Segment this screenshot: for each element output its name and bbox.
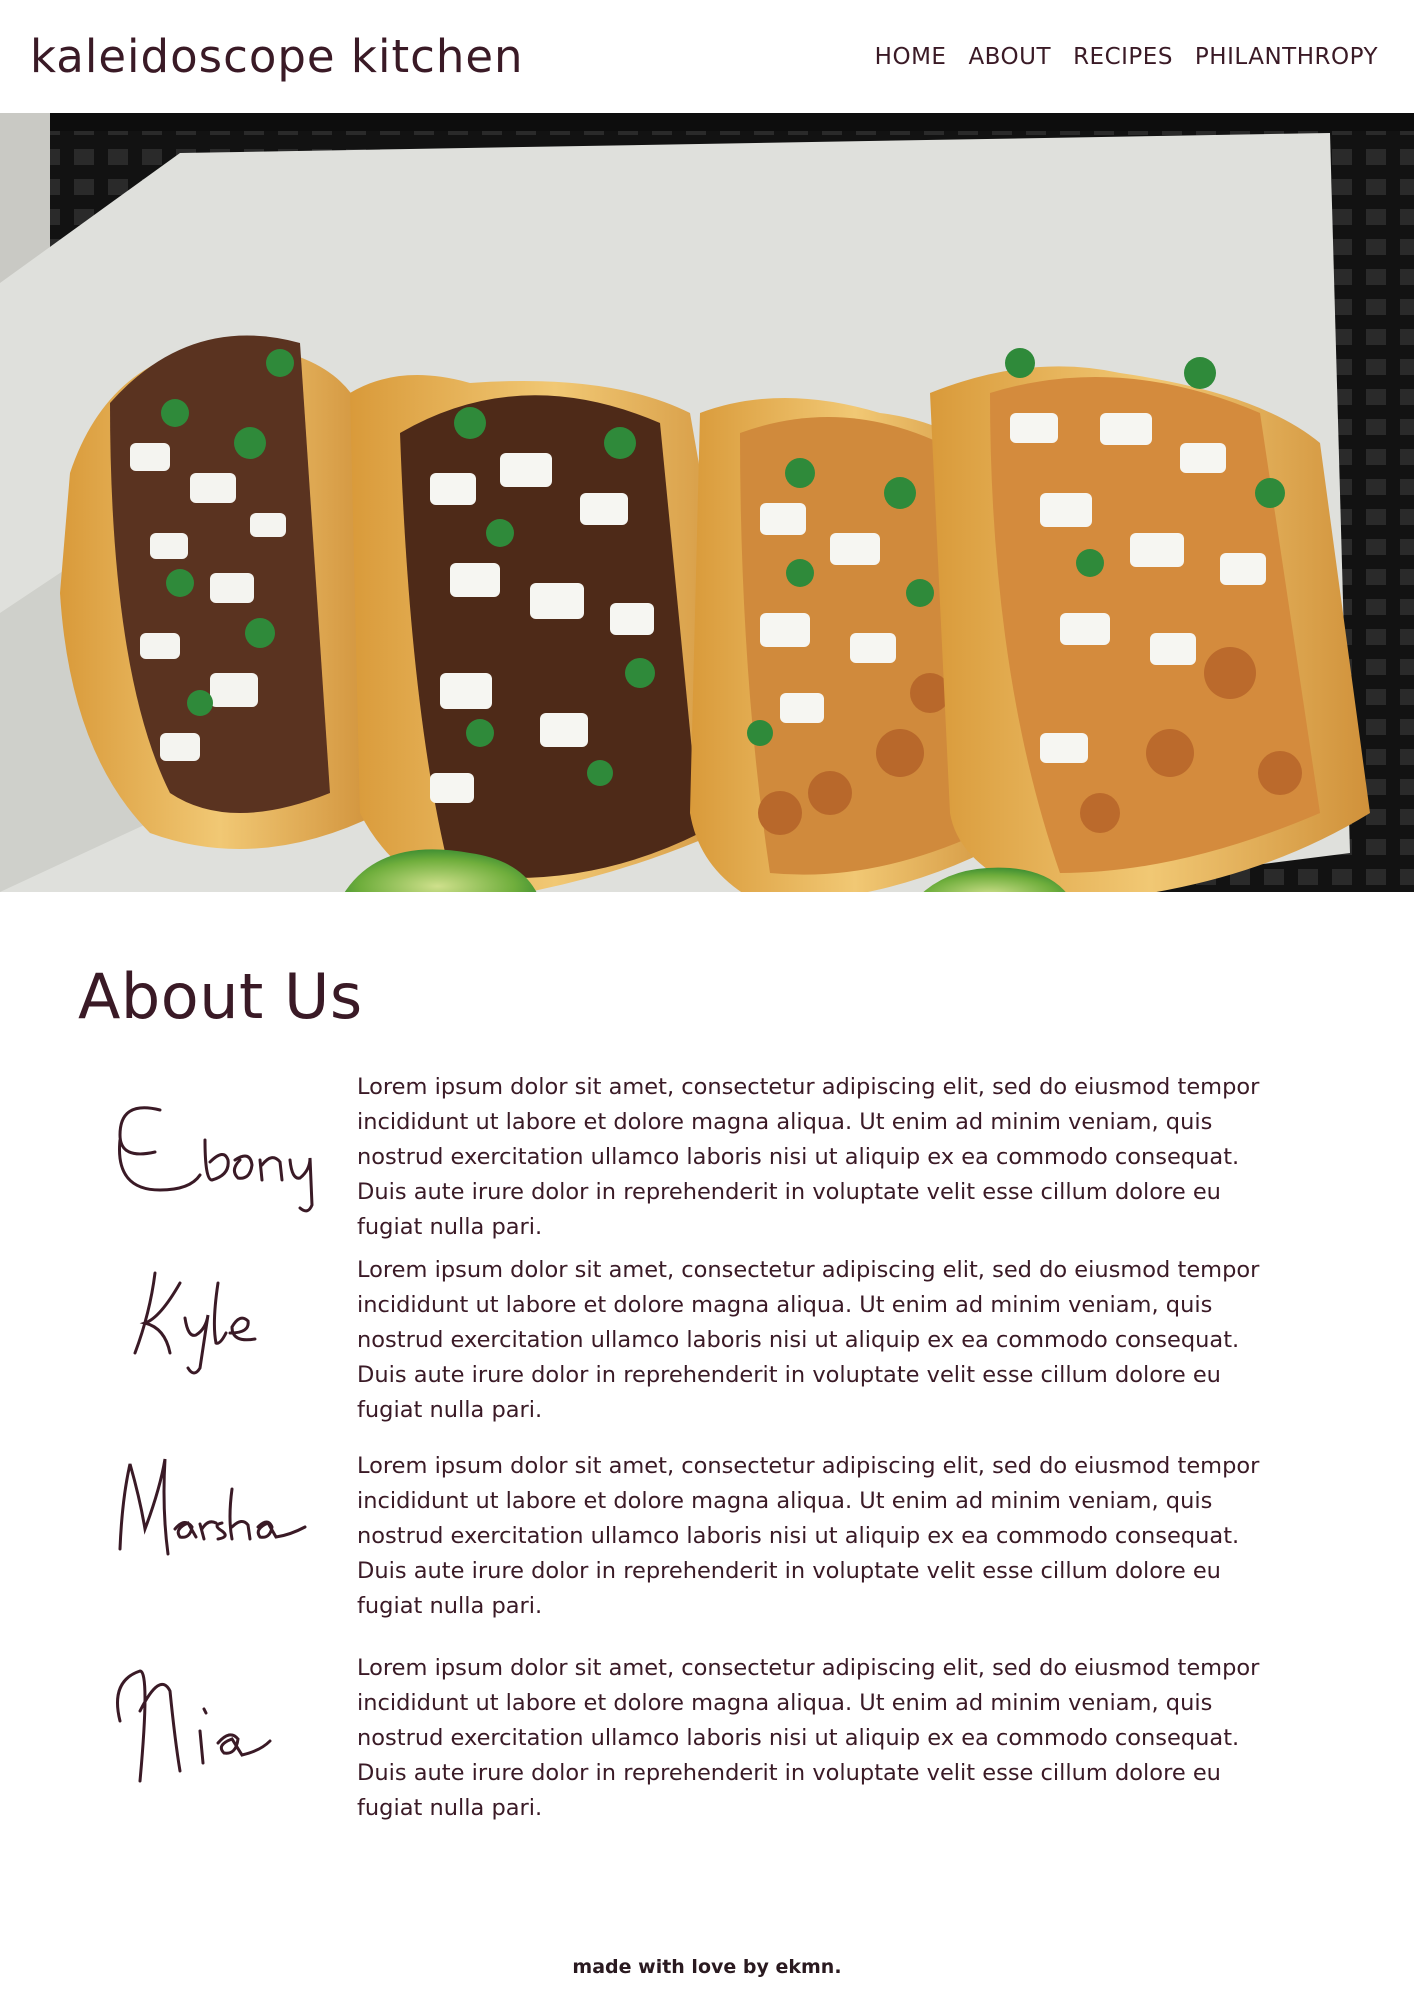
- main-nav: HOME ABOUT RECIPES PHILANTHROPY: [875, 44, 1378, 70]
- bio-marsha: Lorem ipsum dolor sit amet, consectetur …: [357, 1453, 1260, 1619]
- taco-1: [60, 335, 380, 849]
- hero-image: [0, 113, 1414, 892]
- nav-about-link[interactable]: ABOUT: [968, 44, 1051, 70]
- tacos-photo: [0, 113, 1414, 892]
- nav-home-link[interactable]: HOME: [875, 44, 947, 70]
- about-heading: About Us: [78, 960, 363, 1033]
- signature-ebony: [118, 1106, 314, 1213]
- signature-kyle: [133, 1271, 257, 1375]
- bio-nia: Lorem ipsum dolor sit amet, consectetur …: [357, 1655, 1260, 1821]
- signature-nia: [116, 1669, 272, 1783]
- nav-philanthropy-link[interactable]: PHILANTHROPY: [1195, 44, 1378, 70]
- nav-recipes-link[interactable]: RECIPES: [1073, 44, 1173, 70]
- footer-credit: made with love by ekmn.: [572, 1956, 842, 1978]
- bio-ebony: Lorem ipsum dolor sit amet, consectetur …: [357, 1074, 1260, 1240]
- site-logo[interactable]: kaleidoscope kitchen: [30, 30, 524, 83]
- site-header: kaleidoscope kitchen HOME ABOUT RECIPES …: [0, 0, 1414, 113]
- bio-kyle: Lorem ipsum dolor sit amet, consectetur …: [357, 1257, 1260, 1423]
- signature-marsha: [118, 1458, 307, 1556]
